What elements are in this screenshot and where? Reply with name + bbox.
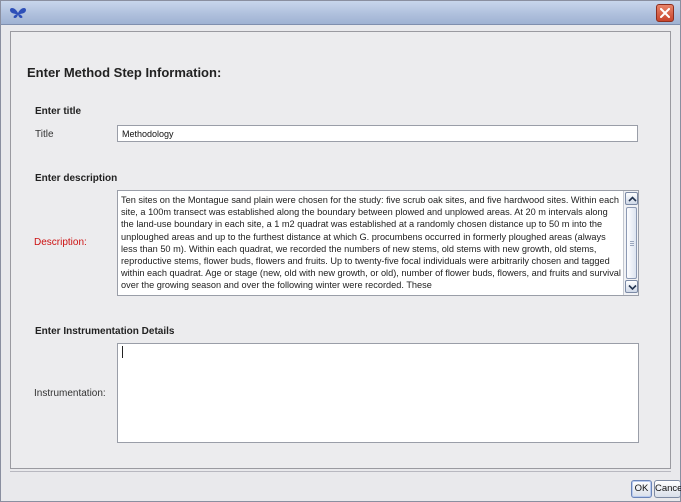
title-bar[interactable] [1,1,680,25]
instrumentation-label: Instrumentation: [34,388,106,399]
title-field[interactable]: Methodology [117,125,638,142]
chevron-down-icon [628,284,637,290]
close-button[interactable] [656,4,674,22]
description-label: Description: [34,237,87,248]
scroll-thumb[interactable] [626,207,637,279]
page-title: Enter Method Step Information: [27,65,222,80]
description-scrollbar[interactable] [623,191,638,295]
text-caret [122,346,123,358]
footer-divider [10,471,671,472]
ok-button[interactable]: OK [631,480,652,498]
scroll-up-button[interactable] [625,192,638,205]
title-section-heading: Enter title [35,106,82,117]
instrumentation-field[interactable] [117,343,639,443]
description-section-heading: Enter description [35,173,118,184]
cancel-button[interactable]: Cancel [654,480,681,498]
close-icon [660,8,670,18]
chevron-up-icon [628,196,637,202]
scroll-down-button[interactable] [625,280,638,293]
dialog-window: Enter Method Step Information: Enter tit… [0,0,681,502]
title-label: Title [35,129,54,140]
instrumentation-section-heading: Enter Instrumentation Details [35,326,175,337]
description-field[interactable]: Ten sites on the Montague sand plain wer… [117,190,639,296]
butterfly-icon [9,6,27,20]
description-text[interactable]: Ten sites on the Montague sand plain wer… [121,194,621,292]
